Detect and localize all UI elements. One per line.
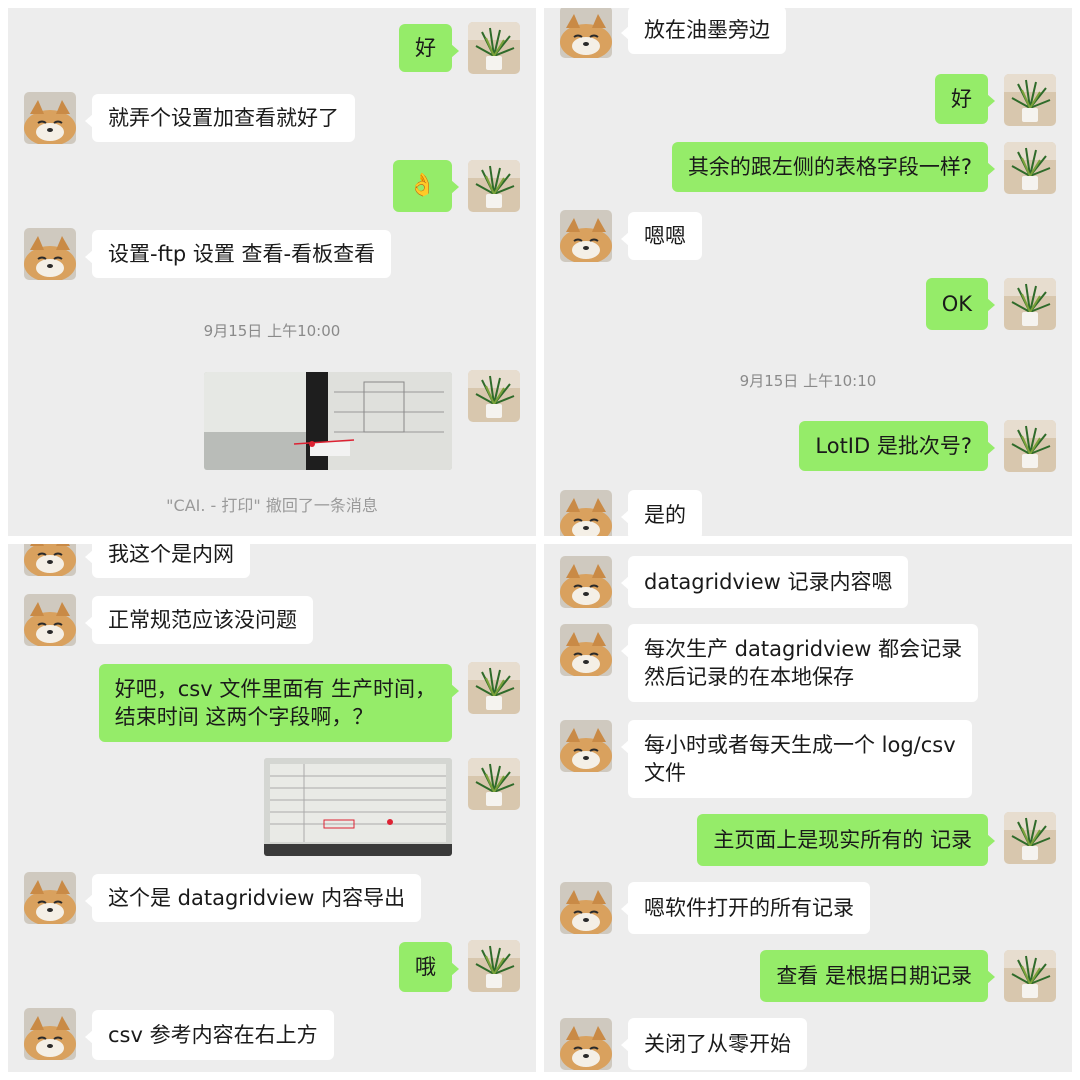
avatar-plant[interactable] xyxy=(1004,142,1056,194)
avatar-dog[interactable] xyxy=(24,92,76,144)
avatar-plant[interactable] xyxy=(468,662,520,714)
message-bubble-received[interactable]: 关闭了从零开始 xyxy=(621,1018,807,1070)
avatar-dog[interactable] xyxy=(24,228,76,280)
avatar-plant[interactable] xyxy=(1004,420,1056,472)
chat-panel-bottom-left: 我这个是内网 正常规范应该没问题 好吧，csv 文件里面有 生产时间， 结束时间… xyxy=(8,544,536,1072)
message-row: 嗯软件打开的所有记录 xyxy=(544,882,1072,934)
avatar-dog[interactable] xyxy=(24,872,76,924)
message-bubble-received[interactable]: datagridview 记录内容嗯 xyxy=(620,556,909,608)
avatar-dog[interactable] xyxy=(560,490,612,536)
avatar-plant[interactable] xyxy=(468,940,520,992)
avatar-plant[interactable] xyxy=(1004,74,1056,126)
message-bubble-sent[interactable]: 其余的跟左侧的表格字段一样? xyxy=(671,142,996,192)
message-bubble-sent[interactable]: LotID 是批次号? xyxy=(799,421,995,471)
message-row: 放在油墨旁边 xyxy=(544,8,1072,58)
message-bubble-received[interactable]: csv 参考内容在右上方 xyxy=(85,1010,334,1060)
avatar-plant[interactable] xyxy=(468,758,520,810)
avatar-plant[interactable] xyxy=(1004,812,1056,864)
avatar-dog[interactable] xyxy=(24,544,76,576)
avatar-plant[interactable] xyxy=(468,160,520,212)
chat-panel-top-left: 好 就弄个设置加查看就好了 👌 设置-ftp 设置 查看-看板查看 9月15日 … xyxy=(8,8,536,536)
chat-panel-bottom-right: datagridview 记录内容嗯 每次生产 datagridview 都会记… xyxy=(544,544,1072,1072)
avatar-dog[interactable] xyxy=(560,720,612,772)
message-bubble-received[interactable]: 设置-ftp 设置 查看-看板查看 xyxy=(84,230,392,278)
avatar-plant[interactable] xyxy=(1004,950,1056,1002)
avatar-plant[interactable] xyxy=(1004,278,1056,330)
message-row: 就弄个设置加查看就好了 xyxy=(8,92,536,144)
message-bubble-received[interactable]: 我这个是内网 xyxy=(85,544,250,578)
message-row: 查看 是根据日期记录 xyxy=(544,950,1072,1002)
message-row xyxy=(8,370,536,470)
message-row: 是的 xyxy=(544,490,1072,536)
message-bubble-sent[interactable]: 好吧，csv 文件里面有 生产时间， 结束时间 这两个字段啊，？ xyxy=(98,664,460,742)
message-bubble-sent[interactable]: 👌 xyxy=(392,160,460,212)
timestamp: 9月15日 上午10:00 xyxy=(203,322,341,340)
message-bubble-received[interactable]: 嗯嗯 xyxy=(621,212,702,260)
message-bubble-received[interactable]: 就弄个设置加查看就好了 xyxy=(85,94,355,142)
message-row: datagridview 记录内容嗯 xyxy=(544,556,1072,608)
message-row: 这个是 datagridview 内容导出 xyxy=(8,872,536,924)
message-bubble-received[interactable]: 正常规范应该没问题 xyxy=(85,596,313,644)
message-row: 每次生产 datagridview 都会记录 然后记录的在本地保存 xyxy=(544,624,1072,704)
message-row: 哦 xyxy=(8,940,536,992)
message-row: 好 xyxy=(544,74,1072,126)
message-bubble-sent[interactable]: 好 xyxy=(935,74,995,124)
avatar-plant[interactable] xyxy=(468,22,520,74)
message-row xyxy=(8,758,536,858)
avatar-dog[interactable] xyxy=(24,1008,76,1060)
message-row: 关闭了从零开始 xyxy=(544,1018,1072,1070)
message-row: 好吧，csv 文件里面有 生产时间， 结束时间 这两个字段啊，？ xyxy=(8,662,536,742)
message-row: OK xyxy=(544,278,1072,330)
message-bubble-sent[interactable]: 哦 xyxy=(399,942,459,992)
message-bubble-received[interactable]: 每小时或者每天生成一个 log/csv 文件 xyxy=(621,720,972,798)
screenshot-image[interactable] xyxy=(204,372,452,470)
avatar-dog[interactable] xyxy=(560,556,612,608)
ok-hand-emoji: 👌 xyxy=(408,173,436,198)
message-row: 嗯嗯 xyxy=(544,210,1072,262)
message-row: 好 xyxy=(8,22,536,74)
avatar-dog[interactable] xyxy=(560,1018,612,1070)
message-bubble-sent[interactable]: 查看 是根据日期记录 xyxy=(760,950,995,1002)
message-row: 其余的跟左侧的表格字段一样? xyxy=(544,142,1072,194)
avatar-dog[interactable] xyxy=(560,624,612,676)
avatar-dog[interactable] xyxy=(24,594,76,646)
message-row: 👌 xyxy=(8,160,536,212)
message-bubble-received[interactable]: 这个是 datagridview 内容导出 xyxy=(84,874,422,922)
avatar-plant[interactable] xyxy=(468,370,520,422)
message-row: csv 参考内容在右上方 xyxy=(8,1008,536,1060)
screenshot-image[interactable] xyxy=(264,758,452,856)
message-row: 我这个是内网 xyxy=(8,544,536,578)
message-bubble-received[interactable]: 是的 xyxy=(621,490,702,536)
message-bubble-sent[interactable]: OK xyxy=(925,278,996,330)
message-row: LotID 是批次号? xyxy=(544,420,1072,472)
message-bubble-sent[interactable]: 主页面上是现实所有的 记录 xyxy=(697,814,995,866)
chat-panel-top-right: 放在油墨旁边 好 其余的跟左侧的表格字段一样? 嗯嗯 OK 9月15日 上午10… xyxy=(544,8,1072,536)
message-row: 设置-ftp 设置 查看-看板查看 xyxy=(8,228,536,280)
message-bubble-received[interactable]: 放在油墨旁边 xyxy=(621,8,786,54)
message-row: 正常规范应该没问题 xyxy=(8,594,536,646)
message-bubble-received[interactable]: 嗯软件打开的所有记录 xyxy=(621,882,870,934)
timestamp: 9月15日 上午10:10 xyxy=(739,372,877,390)
recall-notice: "CAI. - 打印" 撤回了一条消息 xyxy=(166,496,378,515)
avatar-dog[interactable] xyxy=(560,210,612,262)
message-row: 每小时或者每天生成一个 log/csv 文件 xyxy=(544,720,1072,800)
message-bubble-sent[interactable]: 好 xyxy=(399,24,459,72)
avatar-dog[interactable] xyxy=(560,882,612,934)
message-row: 主页面上是现实所有的 记录 xyxy=(544,812,1072,866)
avatar-dog[interactable] xyxy=(560,8,612,58)
message-bubble-received[interactable]: 每次生产 datagridview 都会记录 然后记录的在本地保存 xyxy=(620,624,979,702)
